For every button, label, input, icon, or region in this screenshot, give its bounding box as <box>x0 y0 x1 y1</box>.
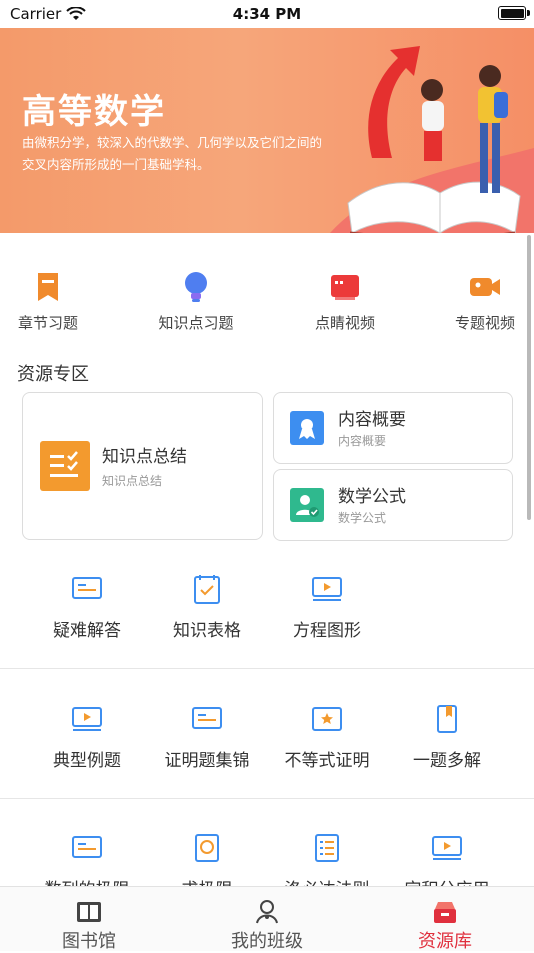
play-screen-icon <box>430 833 464 863</box>
grid-item-typical-examples[interactable]: 典型例题 <box>27 704 147 771</box>
tab-label: 资源库 <box>418 931 472 952</box>
library-icon <box>75 899 103 925</box>
grid-item-label: 方程图形 <box>293 621 361 641</box>
banner-title: 高等数学 <box>22 92 166 132</box>
video-camera-icon <box>468 270 502 304</box>
certificate-icon <box>290 411 324 449</box>
bookmark-icon <box>31 270 65 304</box>
quick-link-chapter-exercises[interactable]: 章节习题 <box>0 270 113 333</box>
play-screen-icon <box>310 574 344 604</box>
grid-item-inequality-proofs[interactable]: 不等式证明 <box>267 704 387 771</box>
tab-label: 我的班级 <box>231 931 303 952</box>
grid-item-label: 知识表格 <box>173 621 241 641</box>
battery-icon <box>498 6 530 20</box>
grid-item-label: 不等式证明 <box>284 751 370 771</box>
card-title: 数学公式 <box>338 487 406 507</box>
grid-item-label: 典型例题 <box>53 751 121 771</box>
book-icon <box>328 270 362 304</box>
user-check-icon <box>290 488 324 526</box>
grade-badge-icon <box>190 833 224 863</box>
banner-description: 由微积分学，较深入的代数学、几何学以及它们之间的交叉内容所形成的一门基础学科。 <box>22 135 323 172</box>
id-card-icon <box>190 704 224 734</box>
grid-item-proof-collection[interactable]: 证明题集锦 <box>147 704 267 771</box>
resource-box-icon <box>431 899 459 925</box>
card-math-formulas[interactable]: 数学公式 数学公式 <box>273 469 513 541</box>
quick-link-label: 知识点习题 <box>158 314 234 332</box>
quick-link-label: 章节习题 <box>17 314 78 332</box>
quick-link-label: 点睛视频 <box>314 314 375 332</box>
card-knowledge-summary[interactable]: 知识点总结 知识点总结 <box>22 392 263 540</box>
quick-link-topic-videos[interactable]: 专题视频 <box>420 270 534 333</box>
grid-item-knowledge-table[interactable]: 知识表格 <box>147 574 267 641</box>
divider <box>0 668 534 669</box>
id-card-icon <box>70 833 104 863</box>
star-frame-icon <box>310 704 344 734</box>
card-subtitle: 知识点总结 <box>102 474 163 488</box>
card-subtitle: 数学公式 <box>338 511 387 525</box>
tab-label: 图书馆 <box>62 931 116 952</box>
card-content-summary[interactable]: 内容概要 内容概要 <box>273 392 513 464</box>
notebook-icon <box>430 704 464 734</box>
checklist-icon <box>40 441 90 495</box>
calendar-check-icon <box>190 574 224 604</box>
grid-item-equation-graphs[interactable]: 方程图形 <box>267 574 387 641</box>
clock: 4:34 PM <box>232 5 302 23</box>
lightbulb-icon <box>179 270 213 304</box>
card-title: 内容概要 <box>338 410 406 430</box>
card-subtitle: 内容概要 <box>338 434 387 448</box>
quick-link-knowledge-exercises[interactable]: 知识点习题 <box>131 270 261 333</box>
tab-library[interactable]: 图书馆 <box>0 887 178 953</box>
quick-link-highlight-videos[interactable]: 点睛视频 <box>280 270 410 333</box>
play-screen-icon <box>70 704 104 734</box>
grid-item-label: 疑难解答 <box>53 621 121 641</box>
tab-resources[interactable]: 资源库 <box>356 887 534 953</box>
tab-my-class[interactable]: 我的班级 <box>178 887 356 953</box>
hero-banner: 高等数学 由微积分学，较深入的代数学、几何学以及它们之间的交叉内容所形成的一门基… <box>0 28 534 233</box>
list-icon <box>310 833 344 863</box>
id-card-icon <box>70 574 104 604</box>
divider <box>0 798 534 799</box>
tab-bar: 图书馆 我的班级 资源库 <box>0 886 534 953</box>
grid-item-multiple-solutions[interactable]: 一题多解 <box>387 704 507 771</box>
status-bar: Carrier 4:34 PM <box>0 0 534 28</box>
section-title: 资源专区 <box>17 364 89 385</box>
quick-link-label: 专题视频 <box>454 314 515 332</box>
grid-item-difficult-questions[interactable]: 疑难解答 <box>27 574 147 641</box>
grid-item-label: 一题多解 <box>413 751 481 771</box>
card-title: 知识点总结 <box>102 447 187 467</box>
class-icon <box>253 899 281 925</box>
grid-item-label: 证明题集锦 <box>164 751 250 771</box>
